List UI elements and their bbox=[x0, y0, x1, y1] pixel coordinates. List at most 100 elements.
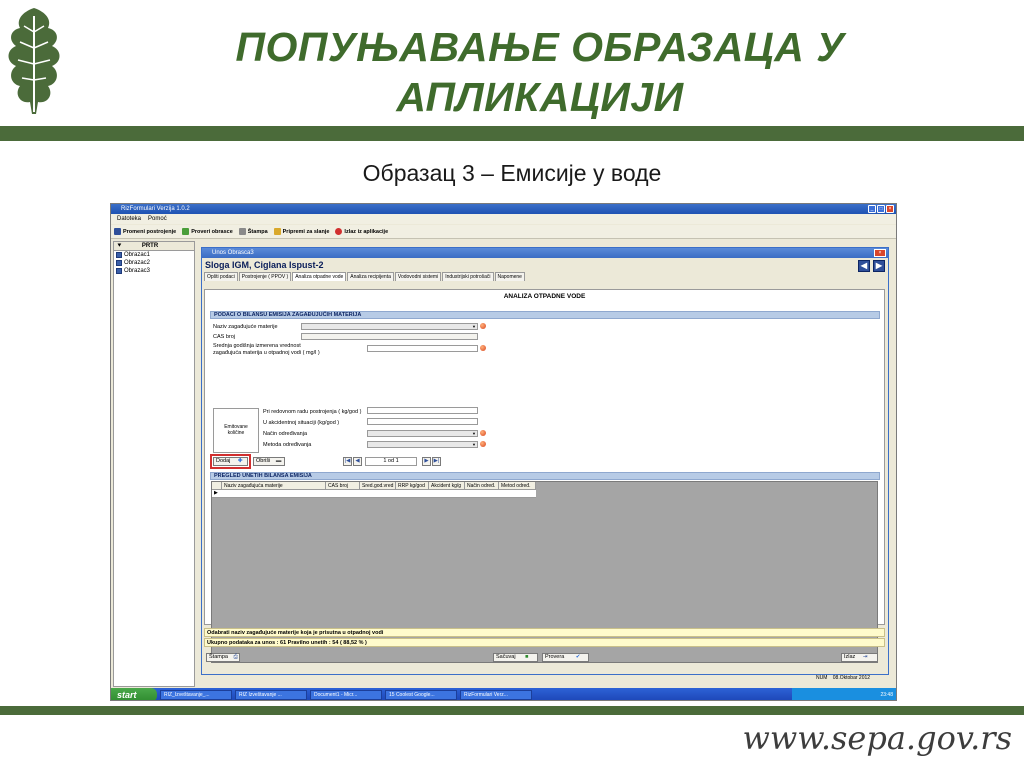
prev-page-button[interactable]: ◀ bbox=[353, 457, 362, 466]
nav-item-obrazac1[interactable]: Obrazac1 bbox=[114, 251, 194, 259]
form-close-button[interactable]: × bbox=[874, 249, 886, 257]
form-icon bbox=[116, 252, 122, 258]
tab-notes[interactable]: Napomene bbox=[494, 272, 525, 281]
grid-col-annual-mean[interactable]: Sred.god.vred bbox=[360, 482, 396, 489]
label-annual-mean-line1: Srednja godišnja izmerena vrednost bbox=[213, 343, 301, 349]
check-label: Provera bbox=[545, 654, 565, 660]
form-print-button[interactable]: Štampa ⎙ bbox=[206, 653, 240, 662]
label-cas-number: CAS broj bbox=[213, 334, 236, 340]
taskbar-item[interactable]: RIZ Izveštavanje ... bbox=[235, 690, 307, 700]
save-button[interactable]: Sačuvaj ■ bbox=[493, 653, 538, 662]
minimize-button[interactable]: _ bbox=[868, 205, 876, 213]
collapse-icon[interactable]: ⯆ bbox=[117, 243, 122, 250]
menubar: Datoteka Pomoć bbox=[111, 214, 896, 224]
grid-col-rrp[interactable]: RRP kg/god bbox=[396, 482, 429, 489]
nav-item-label: Obrazac3 bbox=[124, 268, 151, 274]
grid-col-cas[interactable]: CAS broj bbox=[326, 482, 360, 489]
chevron-down-icon: ▼ bbox=[472, 324, 476, 329]
presentation-slide: { "slide": { "title_line1": "ПОПУЊАВАЊЕ … bbox=[0, 0, 1024, 768]
send-icon bbox=[273, 228, 281, 235]
determination-way-select[interactable]: ▼ bbox=[367, 430, 478, 437]
chevron-down-icon: ▼ bbox=[472, 442, 476, 447]
save-label: Sačuvaj bbox=[496, 654, 516, 660]
taskbar-item[interactable]: RIZ_Izveštavanje_... bbox=[160, 690, 232, 700]
tab-general[interactable]: Opšti podaci bbox=[204, 272, 238, 281]
pollutant-name-select[interactable]: ▼ bbox=[301, 323, 478, 330]
tab-industrial-consumers[interactable]: Industrijski potrošači bbox=[442, 272, 494, 281]
check-forms-button[interactable]: Proveri obrasce bbox=[182, 228, 233, 235]
last-record-button[interactable]: ▶| bbox=[432, 457, 441, 466]
tab-recipient-analysis[interactable]: Analiza recipijenta bbox=[347, 272, 394, 281]
nav-item-obrazac2[interactable]: Obrazac2 bbox=[114, 259, 194, 267]
leftnav-title: PRTR bbox=[141, 243, 159, 249]
first-record-button[interactable]: |◀ bbox=[343, 457, 352, 466]
section-emission-overview: PREGLED UNETIH BILANSA EMISIJA bbox=[210, 472, 880, 480]
emit-box-line2: količine bbox=[227, 430, 245, 436]
check-icon bbox=[182, 228, 190, 235]
taskbar-item[interactable]: Document1 - Micr... bbox=[310, 690, 382, 700]
leftnav-header: ⯆ PRTR bbox=[114, 242, 194, 251]
hint-bar: Odabrati naziv zagađujuće materije koja … bbox=[204, 628, 885, 637]
grid-col-pollutant[interactable]: Naziv zagađujuća materije bbox=[222, 482, 326, 489]
grid-col-method[interactable]: Metod određ. bbox=[499, 482, 536, 489]
record-title-text: Sloga IGM, Ciglana Ispust-2 bbox=[205, 260, 324, 270]
check-forms-label: Proveri obrasce bbox=[191, 228, 233, 235]
grid-corner bbox=[212, 482, 222, 489]
form-icon bbox=[116, 268, 122, 274]
slide-title: ПОПУЊАВАЊЕ ОБРАЗАЦА У АПЛИКАЦИЈИ bbox=[80, 22, 1000, 122]
maximize-button[interactable]: □ bbox=[877, 205, 885, 213]
required-field-icon bbox=[480, 441, 486, 447]
left-navigation: ⯆ PRTR Obrazac1 Obrazac2 Obrazac3 bbox=[113, 241, 195, 687]
accident-field[interactable] bbox=[367, 418, 478, 425]
determination-method-select[interactable]: ▼ bbox=[367, 441, 478, 448]
exit-app-button[interactable]: Izlaz iz aplikacije bbox=[335, 228, 388, 235]
label-pollutant-name: Naziv zagađujuće materije bbox=[213, 324, 278, 330]
next-page-button[interactable]: ▶ bbox=[422, 457, 431, 466]
checkmark-icon: ✔ bbox=[575, 654, 581, 660]
menu-datoteka[interactable]: Datoteka bbox=[117, 214, 141, 224]
start-label: start bbox=[117, 690, 137, 700]
annual-mean-field[interactable] bbox=[367, 345, 478, 352]
change-facility-button[interactable]: Promeni postrojenje bbox=[114, 228, 176, 235]
prepare-send-button[interactable]: Pripremi za slanje bbox=[273, 228, 329, 235]
plus-icon: ✚ bbox=[237, 458, 243, 464]
delete-button[interactable]: Obriši ▬ bbox=[253, 457, 285, 466]
grid-col-accident[interactable]: Akcident kg/g bbox=[429, 482, 465, 489]
cas-number-field[interactable] bbox=[301, 333, 478, 340]
tab-facility[interactable]: Postrojenje ( PPOV ) bbox=[238, 272, 292, 281]
next-record-button[interactable]: ▶ bbox=[873, 260, 885, 272]
tray-clock: 23:48 bbox=[880, 692, 893, 698]
tab-water-systems[interactable]: Vodovodni sistemi bbox=[394, 272, 442, 281]
form-exit-button[interactable]: Izlaz ⇥ bbox=[841, 653, 878, 662]
system-tray: 23:48 bbox=[792, 688, 896, 700]
nav-item-label: Obrazac1 bbox=[124, 252, 151, 258]
tab-wastewater-analysis[interactable]: Analiza otpadne vode bbox=[292, 272, 347, 281]
section-emission-balance: PODACI O BILANSU EMISIJA ZAGAĐUJUĆIH MAT… bbox=[210, 311, 880, 319]
form-window: Unos Obrasca3 × Sloga IGM, Ciglana Ispus… bbox=[201, 247, 889, 675]
check-button[interactable]: Provera ✔ bbox=[542, 653, 589, 662]
table-row[interactable]: ▶ bbox=[212, 490, 536, 498]
exit-app-label: Izlaz iz aplikacije bbox=[344, 228, 389, 235]
nav-item-obrazac3[interactable]: Obrazac3 bbox=[114, 267, 194, 275]
taskbar-item[interactable]: 15 Coolest Google... bbox=[385, 690, 457, 700]
minus-icon: ▬ bbox=[275, 458, 282, 464]
windows-taskbar: start RIZ_Izveštavanje_... RIZ Izveštava… bbox=[111, 688, 896, 700]
print-button[interactable]: Štampa bbox=[238, 228, 268, 235]
completion-summary: Ukupno podataka za unos : 61 Pravilno un… bbox=[204, 638, 885, 647]
close-button[interactable]: × bbox=[886, 205, 894, 213]
start-button[interactable]: start bbox=[111, 688, 157, 700]
menu-pomoc[interactable]: Pomoć bbox=[148, 214, 167, 224]
previous-record-button[interactable]: ◀ bbox=[858, 260, 870, 272]
regular-operation-field[interactable] bbox=[367, 407, 478, 414]
tab-strip: Opšti podaci Postrojenje ( PPOV ) Analiz… bbox=[202, 272, 888, 281]
taskbar-item[interactable]: RizFormulari Verz... bbox=[460, 690, 532, 700]
num-lock-indicator: NUM bbox=[816, 675, 828, 681]
bottom-divider-bar bbox=[0, 706, 1024, 715]
nav-item-label: Obrazac2 bbox=[124, 260, 151, 266]
facility-icon bbox=[114, 228, 121, 235]
exit-icon bbox=[335, 228, 343, 235]
add-button[interactable]: Dodaj ✚ bbox=[213, 457, 248, 466]
grid-col-way[interactable]: Način određ. bbox=[465, 482, 499, 489]
form-print-label: Štampa bbox=[209, 654, 228, 660]
slide-title-line1: ПОПУЊАВАЊЕ ОБРАЗАЦА У bbox=[235, 24, 845, 70]
